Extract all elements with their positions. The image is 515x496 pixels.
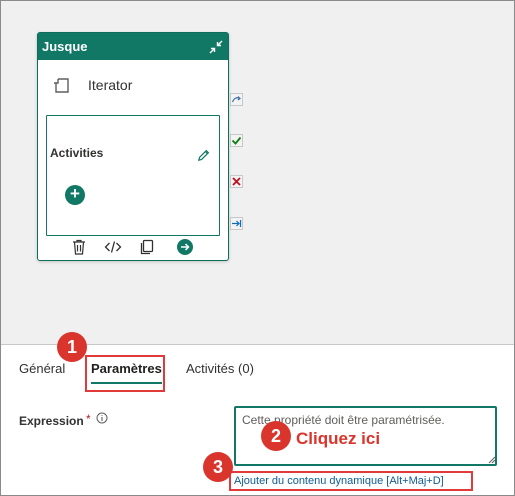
code-icon[interactable]: [104, 238, 122, 256]
completion-icon[interactable]: [230, 217, 243, 230]
step-badge-2: 2: [261, 421, 291, 451]
copy-icon[interactable]: [138, 238, 156, 256]
callout-text: Cliquez ici: [296, 429, 381, 448]
step-badge-3: 3: [203, 452, 233, 482]
pipeline-canvas[interactable]: Jusque Iterator Activities +: [1, 1, 514, 344]
iterator-label: Iterator: [88, 77, 133, 93]
activity-toolbar: [38, 238, 228, 258]
tab-general[interactable]: Général: [19, 361, 65, 376]
activity-header: Jusque: [38, 33, 228, 60]
add-dynamic-content-link[interactable]: Ajouter du contenu dynamique [Alt+Maj+D]: [229, 471, 473, 491]
delete-icon[interactable]: [70, 238, 88, 256]
tab-activities[interactable]: Activités (0): [186, 361, 254, 376]
activity-title: Jusque: [42, 39, 88, 54]
go-icon[interactable]: [176, 238, 194, 256]
iterator-row: Iterator: [52, 73, 132, 97]
until-activity-card[interactable]: Jusque Iterator Activities +: [37, 32, 229, 261]
fail-icon[interactable]: [230, 175, 243, 188]
required-mark: *: [86, 412, 91, 426]
collapse-icon[interactable]: [208, 39, 224, 55]
success-icon[interactable]: [230, 134, 243, 147]
step-badge-1: 1: [57, 332, 87, 362]
expression-label: Expression: [19, 414, 84, 428]
activities-label: Activities: [50, 146, 104, 160]
resize-grip-icon[interactable]: [488, 456, 496, 464]
activities-container[interactable]: Activities +: [46, 115, 220, 236]
skip-icon[interactable]: [230, 93, 243, 106]
iterator-icon: [54, 78, 69, 93]
add-activity-button[interactable]: +: [65, 185, 85, 205]
info-icon[interactable]: [96, 412, 108, 424]
edit-icon[interactable]: [196, 148, 211, 163]
settings-tab-highlight: [85, 355, 165, 392]
